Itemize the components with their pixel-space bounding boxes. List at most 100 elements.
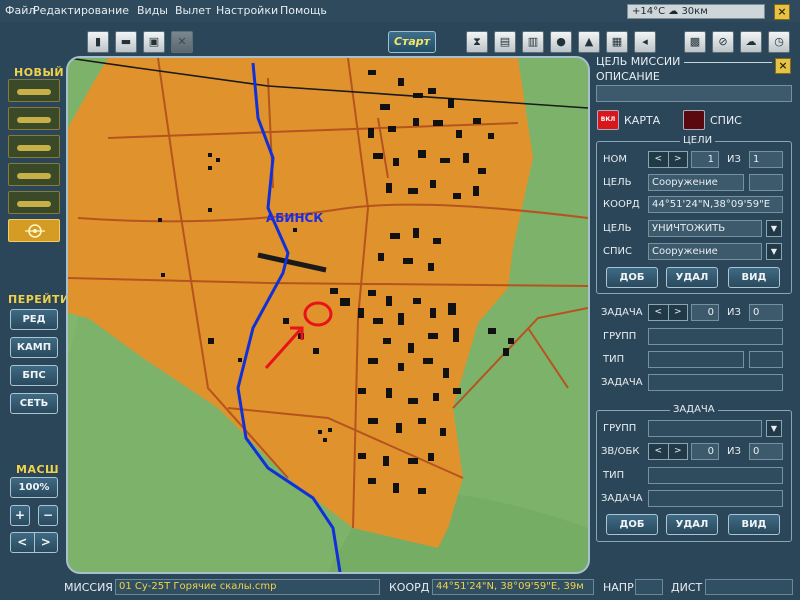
task-num-field[interactable]: 0 bbox=[691, 304, 719, 321]
start-button[interactable]: Старт bbox=[388, 31, 436, 53]
add-target-button[interactable]: ДОБ bbox=[606, 267, 658, 288]
speaker-icon[interactable]: ◂ bbox=[634, 31, 656, 53]
building bbox=[368, 128, 374, 138]
target-extra-field[interactable] bbox=[749, 174, 783, 191]
clock-icon[interactable]: ◷ bbox=[768, 31, 790, 53]
menu-settings[interactable]: Настройки bbox=[216, 4, 278, 17]
notebook-icon[interactable]: ▥ bbox=[522, 31, 544, 53]
building bbox=[503, 348, 509, 356]
taskbox-group-dropdown-icon[interactable]: ▼ bbox=[766, 420, 782, 437]
building bbox=[323, 438, 327, 442]
building bbox=[393, 483, 399, 493]
tank-icon[interactable]: ▲ bbox=[578, 31, 600, 53]
new-helicopter-button[interactable] bbox=[8, 107, 60, 130]
taskbox-type-field[interactable] bbox=[648, 467, 783, 484]
target-num-field[interactable]: 1 bbox=[691, 151, 719, 168]
building bbox=[368, 478, 376, 484]
prev-target-button[interactable]: < bbox=[649, 152, 668, 167]
building bbox=[373, 153, 383, 159]
task-type-extra-field[interactable] bbox=[749, 351, 783, 368]
save-icon[interactable]: ▣ bbox=[143, 31, 165, 53]
new-aircraft-button[interactable] bbox=[8, 79, 60, 102]
cloud-icon[interactable]: ☁ bbox=[740, 31, 762, 53]
taskbox-task-field[interactable] bbox=[648, 490, 783, 507]
map-canvas[interactable]: АБИНСК bbox=[68, 58, 588, 572]
scroll-right-button[interactable]: > bbox=[33, 533, 58, 552]
menu-flight[interactable]: Вылет bbox=[175, 4, 211, 17]
goto-campaign-button[interactable]: КАМП bbox=[10, 337, 58, 358]
scroll-left-button[interactable]: < bbox=[11, 533, 34, 552]
goal-select[interactable]: УНИЧТОЖИТЬ bbox=[648, 220, 762, 237]
target-num-stepper[interactable]: < > bbox=[648, 151, 688, 168]
open-folder-icon[interactable]: ▬ bbox=[115, 31, 137, 53]
view-task-button[interactable]: ВИД bbox=[728, 514, 780, 535]
print-icon[interactable]: ▩ bbox=[684, 31, 706, 53]
description-field[interactable] bbox=[596, 85, 792, 102]
goal-dropdown-icon[interactable]: ▼ bbox=[766, 220, 782, 237]
zoom-in-button[interactable]: + bbox=[10, 505, 30, 526]
map-toggle[interactable]: ВКЛ bbox=[597, 110, 619, 130]
new-vehicle-button[interactable] bbox=[8, 163, 60, 186]
building bbox=[413, 93, 423, 98]
prev-flight-button[interactable]: < bbox=[649, 444, 668, 459]
close-file-icon[interactable]: ✕ bbox=[171, 31, 193, 53]
cancel-icon[interactable]: ⊘ bbox=[712, 31, 734, 53]
building bbox=[383, 338, 391, 344]
list-select[interactable]: Сооружение bbox=[648, 243, 762, 260]
status-coord-field: 44°51'24"N, 38°09'59"E, 39м bbox=[432, 579, 594, 595]
building bbox=[380, 104, 390, 110]
list-toggle[interactable] bbox=[683, 110, 705, 130]
next-task-button[interactable]: > bbox=[667, 305, 688, 320]
goto-bps-button[interactable]: БПС bbox=[10, 365, 58, 386]
book-icon[interactable]: ▦ bbox=[606, 31, 628, 53]
list-dropdown-icon[interactable]: ▼ bbox=[766, 243, 782, 260]
status-bar: МИССИЯ 01 Су-25Т Горячие скалы.cmp КООРД… bbox=[0, 578, 800, 600]
building bbox=[418, 418, 426, 424]
delete-task-button[interactable]: УДАЛ bbox=[666, 514, 718, 535]
building bbox=[408, 458, 418, 464]
taskbox-group-label: ГРУПП bbox=[603, 423, 637, 434]
close-goal-panel-button[interactable]: × bbox=[775, 58, 791, 74]
building bbox=[508, 338, 514, 344]
status-coord-label: КООРД bbox=[389, 581, 430, 594]
close-app-button[interactable]: × bbox=[774, 4, 790, 20]
new-file-icon[interactable]: ▮ bbox=[87, 31, 109, 53]
head-icon[interactable]: ● bbox=[550, 31, 572, 53]
taskbox-group-select[interactable] bbox=[648, 420, 762, 437]
taskbox-task-label: ЗАДАЧА bbox=[601, 493, 643, 504]
menu-edit[interactable]: Редактирование bbox=[33, 4, 129, 17]
flight-num-field[interactable]: 0 bbox=[691, 443, 719, 460]
flight-stepper[interactable]: < > bbox=[648, 443, 688, 460]
menu-help[interactable]: Помощь bbox=[280, 4, 327, 17]
prev-task-button[interactable]: < bbox=[649, 305, 668, 320]
target-coord-field[interactable]: 44°51'24"N,38°09'59"E bbox=[648, 196, 783, 213]
add-task-button[interactable]: ДОБ bbox=[606, 514, 658, 535]
menu-view[interactable]: Виды bbox=[137, 4, 168, 17]
building bbox=[413, 228, 419, 238]
scale-value-button[interactable]: 100% bbox=[10, 477, 58, 498]
building bbox=[386, 388, 392, 398]
delete-target-button[interactable]: УДАЛ bbox=[666, 267, 718, 288]
goto-network-button[interactable]: СЕТЬ bbox=[10, 393, 58, 414]
menu-file[interactable]: Файл bbox=[5, 4, 35, 17]
task-type-field[interactable] bbox=[648, 351, 744, 368]
goto-editor-button[interactable]: РЕД bbox=[10, 309, 58, 330]
target-type-field[interactable]: Сооружение bbox=[648, 174, 744, 191]
view-target-button[interactable]: ВИД bbox=[728, 267, 780, 288]
task-stepper[interactable]: < > bbox=[648, 304, 688, 321]
document-icon[interactable]: ▤ bbox=[494, 31, 516, 53]
zoom-out-button[interactable]: − bbox=[38, 505, 58, 526]
coord-label: КООРД bbox=[603, 199, 640, 210]
mission-map[interactable]: АБИНСК bbox=[66, 56, 590, 574]
task-group-field[interactable] bbox=[648, 328, 783, 345]
building bbox=[358, 388, 366, 394]
task-name-field[interactable] bbox=[648, 374, 783, 391]
hourglass-icon[interactable]: ⧗ bbox=[466, 31, 488, 53]
next-target-button[interactable]: > bbox=[667, 152, 688, 167]
new-target-button[interactable] bbox=[8, 219, 60, 242]
new-static-button[interactable] bbox=[8, 191, 60, 214]
new-ship-button[interactable] bbox=[8, 135, 60, 158]
next-flight-button[interactable]: > bbox=[667, 444, 688, 459]
target-total-field: 1 bbox=[749, 151, 783, 168]
target-label: ЦЕЛЬ bbox=[603, 177, 632, 188]
